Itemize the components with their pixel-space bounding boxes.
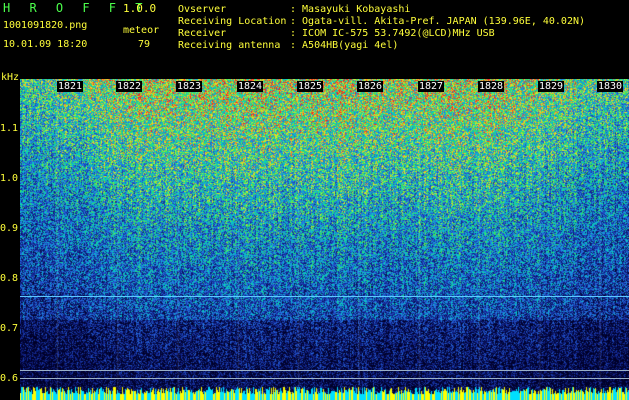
freq-tick: 0.8	[0, 273, 19, 284]
spectrogram-canvas	[20, 79, 629, 400]
date-time: 10.01.09 18:20	[3, 39, 88, 50]
detection-count: 79	[138, 39, 151, 50]
observer-value: : Masayuki Kobayashi	[290, 4, 411, 15]
time-tick: 1830	[597, 81, 624, 92]
antenna-value: : A504HB(yagi 4el)	[290, 40, 399, 51]
observer-key: Ovserver	[178, 4, 227, 15]
hrofft-window: H R O F F T 1.0.0 1001091820.png meteor …	[0, 0, 629, 400]
time-tick: 1823	[176, 81, 203, 92]
receiver-key: Receiver	[178, 28, 227, 39]
antenna-key: Receiving antenna	[178, 40, 281, 51]
reference-line-upper	[20, 370, 629, 371]
spectrogram-plot	[20, 79, 629, 400]
file-name: 1001091820.png	[3, 20, 88, 31]
freq-unit-label: kHz	[1, 72, 20, 83]
mode-label: meteor	[123, 25, 160, 36]
time-tick: 1827	[418, 81, 445, 92]
time-tick: 1826	[357, 81, 384, 92]
app-version: 1.0.0	[123, 2, 157, 15]
receiver-value: : ICOM IC-575 53.7492(@LCD)MHz USB	[290, 28, 495, 39]
freq-tick: 0.6	[0, 373, 19, 384]
reference-line-lower	[20, 378, 629, 379]
freq-tick: 1.1	[0, 123, 19, 134]
location-key: Receiving Location	[178, 16, 287, 27]
time-tick: 1829	[538, 81, 565, 92]
freq-tick: 0.7	[0, 323, 19, 334]
freq-tick: 1.0	[0, 173, 19, 184]
time-tick: 1824	[237, 81, 264, 92]
marker-line	[20, 296, 629, 297]
location-value: : Ogata-vill. Akita-Pref. JAPAN (139.96E…	[290, 16, 586, 27]
time-tick: 1825	[297, 81, 324, 92]
time-tick: 1822	[116, 81, 143, 92]
time-tick: 1828	[478, 81, 505, 92]
freq-tick: 0.9	[0, 223, 19, 234]
time-tick: 1821	[57, 81, 84, 92]
